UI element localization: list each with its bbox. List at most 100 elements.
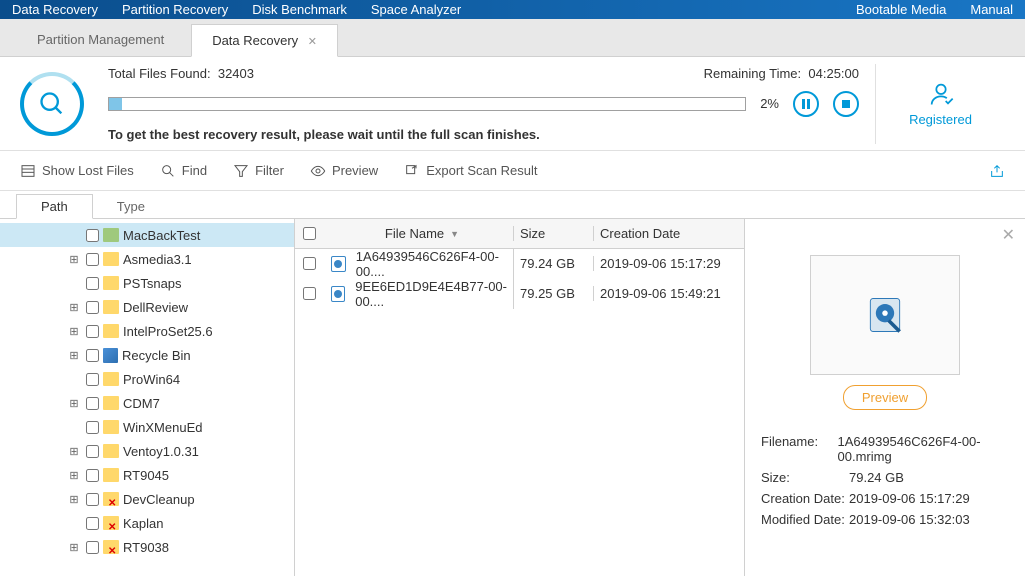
- tree-checkbox[interactable]: [86, 421, 99, 434]
- menu-data-recovery[interactable]: Data Recovery: [12, 2, 98, 17]
- close-details-icon[interactable]: ✕: [1002, 225, 1015, 245]
- tree-checkbox[interactable]: [86, 469, 99, 482]
- top-menu-right: Bootable Media Manual: [856, 2, 1013, 17]
- recycle-bin-icon: [103, 348, 118, 363]
- file-name-cell: 9EE6ED1D9E4E4B77-00-00....: [323, 279, 514, 309]
- content-area: MacBackTest⊞Asmedia3.1PSTsnaps ⊞ DellRevie…: [0, 219, 1025, 576]
- file-name-cell: 1A64939546C626F4-00-00....: [323, 249, 514, 279]
- tree-item[interactable]: ProWin64: [0, 367, 294, 391]
- tree-item[interactable]: ⊞✕DevCleanup: [0, 487, 294, 511]
- expander-icon[interactable]: ⊞: [68, 397, 80, 409]
- expander-icon[interactable]: ⊞: [68, 445, 80, 457]
- share-button[interactable]: [989, 163, 1005, 179]
- progress-fill: [109, 98, 122, 110]
- tab-data-recovery[interactable]: Data Recovery ✕: [191, 24, 338, 57]
- menu-manual[interactable]: Manual: [970, 2, 1013, 17]
- expander-icon[interactable]: [68, 373, 80, 385]
- tree-item[interactable]: ⊞Ventoy1.0.31: [0, 439, 294, 463]
- folder-icon: [103, 444, 119, 458]
- export-button[interactable]: Export Scan Result: [404, 163, 537, 179]
- tree-checkbox[interactable]: [86, 517, 99, 530]
- registered-panel[interactable]: Registered: [875, 64, 1005, 144]
- expander-icon[interactable]: [68, 421, 80, 433]
- preview-button[interactable]: Preview: [310, 163, 378, 179]
- menu-bootable-media[interactable]: Bootable Media: [856, 2, 946, 17]
- menu-disk-benchmark[interactable]: Disk Benchmark: [252, 2, 347, 17]
- tab-data-recovery-label: Data Recovery: [212, 33, 298, 48]
- detail-created-label: Creation Date:: [761, 491, 849, 506]
- show-lost-files-button[interactable]: Show Lost Files: [20, 163, 134, 179]
- expander-icon[interactable]: ⊞: [68, 493, 80, 505]
- menu-partition-recovery[interactable]: Partition Recovery: [122, 2, 228, 17]
- tree-item-label: WinXMenuEd: [123, 420, 202, 435]
- expander-icon[interactable]: ⊞: [68, 301, 80, 313]
- tree-item[interactable]: ⊞CDM7: [0, 391, 294, 415]
- file-checkbox[interactable]: [295, 287, 323, 300]
- detail-size-label: Size:: [761, 470, 849, 485]
- column-size[interactable]: Size: [514, 226, 594, 241]
- stop-button[interactable]: [833, 91, 859, 117]
- tree-item[interactable]: ⊞ RT9045: [0, 463, 294, 487]
- expander-icon[interactable]: ⊞: [68, 253, 80, 265]
- file-date-cell: 2019-09-06 15:49:21: [594, 286, 744, 301]
- detail-created-value: 2019-09-06 15:17:29: [849, 491, 970, 506]
- tree-item[interactable]: ⊞ DellReview: [0, 295, 294, 319]
- menu-space-analyzer[interactable]: Space Analyzer: [371, 2, 461, 17]
- tree-checkbox[interactable]: [86, 397, 99, 410]
- disk-icon: [863, 293, 907, 337]
- tree-item[interactable]: WinXMenuEd: [0, 415, 294, 439]
- type-tab[interactable]: Type: [93, 195, 169, 218]
- select-all-checkbox[interactable]: [295, 227, 323, 240]
- pause-button[interactable]: [793, 91, 819, 117]
- deleted-marker-icon: ✕: [108, 522, 116, 533]
- tree-checkbox[interactable]: [86, 301, 99, 314]
- expander-icon[interactable]: [68, 229, 80, 241]
- expander-icon[interactable]: [68, 517, 80, 529]
- tree-checkbox[interactable]: [86, 493, 99, 506]
- tree-checkbox[interactable]: [86, 277, 99, 290]
- expander-icon[interactable]: ⊞: [68, 349, 80, 361]
- tree-item-label: ProWin64: [123, 372, 180, 387]
- expander-icon[interactable]: ⊞: [68, 469, 80, 481]
- tree-item[interactable]: ⊞Asmedia3.1: [0, 247, 294, 271]
- file-row[interactable]: 9EE6ED1D9E4E4B77-00-00.... 79.25 GB 2019…: [295, 279, 744, 309]
- preview-file-button[interactable]: Preview: [843, 385, 927, 410]
- tree-checkbox[interactable]: [86, 541, 99, 554]
- tree-item-label: RT9045: [123, 468, 169, 483]
- file-checkbox[interactable]: [295, 257, 323, 270]
- tree-item[interactable]: ⊞Recycle Bin: [0, 343, 294, 367]
- file-row[interactable]: 1A64939546C626F4-00-00.... 79.24 GB 2019…: [295, 249, 744, 279]
- folder-icon: [103, 324, 119, 338]
- tree-checkbox[interactable]: [86, 349, 99, 362]
- tree-item[interactable]: PSTsnaps: [0, 271, 294, 295]
- details-panel: ✕ Preview Filename:1A64939546C626F4-00-0…: [745, 219, 1025, 576]
- expander-icon[interactable]: ⊞: [68, 541, 80, 553]
- scan-info: Total Files Found: 32403 Remaining Time:…: [108, 66, 859, 142]
- tree-item-label: DellReview: [123, 300, 188, 315]
- file-list-header: File Name▼ Size Creation Date: [295, 219, 744, 249]
- tree-checkbox[interactable]: [86, 445, 99, 458]
- column-filename[interactable]: File Name▼: [323, 226, 514, 241]
- tree-checkbox[interactable]: [86, 253, 99, 266]
- path-tab[interactable]: Path: [16, 194, 93, 219]
- tree-item[interactable]: ✕Kaplan: [0, 511, 294, 535]
- preview-thumbnail: [810, 255, 960, 375]
- tree-item[interactable]: ⊞IntelProSet25.6: [0, 319, 294, 343]
- expander-icon[interactable]: [68, 277, 80, 289]
- column-date[interactable]: Creation Date: [594, 226, 744, 241]
- tab-partition-management[interactable]: Partition Management: [16, 23, 185, 56]
- folder-tree[interactable]: MacBackTest⊞Asmedia3.1PSTsnaps ⊞ DellRevie…: [0, 219, 295, 576]
- find-button[interactable]: Find: [160, 163, 207, 179]
- tree-item[interactable]: MacBackTest: [0, 223, 294, 247]
- folder-icon: [103, 252, 119, 266]
- detail-filename-value: 1A64939546C626F4-00-00.mrimg: [838, 434, 1010, 464]
- filter-button[interactable]: Filter: [233, 163, 284, 179]
- expander-icon[interactable]: ⊞: [68, 325, 80, 337]
- close-icon[interactable]: ✕: [308, 36, 317, 48]
- tree-checkbox[interactable]: [86, 325, 99, 338]
- column-filename-label: File Name: [385, 226, 444, 241]
- tree-item[interactable]: ⊞✕RT9038: [0, 535, 294, 559]
- tree-checkbox[interactable]: [86, 373, 99, 386]
- tree-checkbox[interactable]: [86, 229, 99, 242]
- folder-icon: [103, 300, 119, 314]
